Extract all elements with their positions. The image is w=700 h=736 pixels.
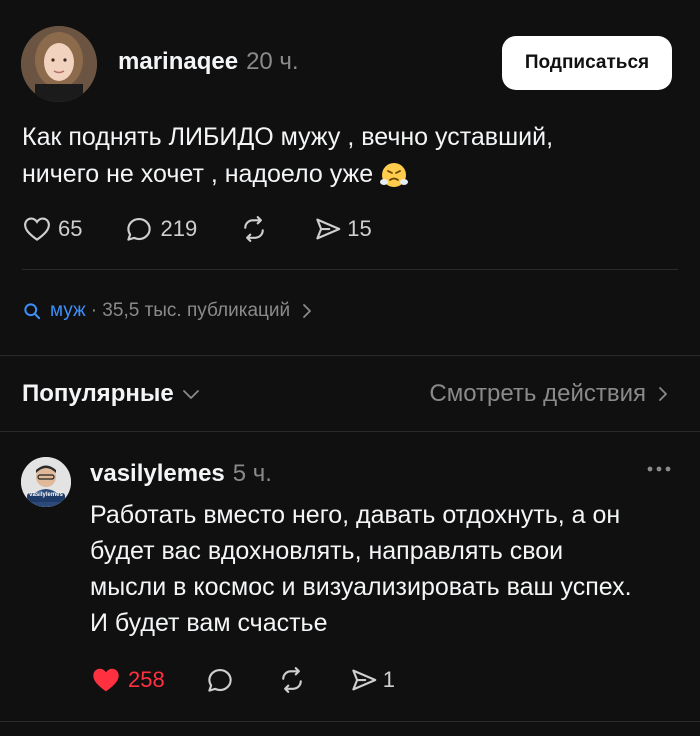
chevron-right-icon <box>303 304 312 318</box>
repost-icon <box>281 667 302 693</box>
comment-like-button[interactable]: 258 <box>90 664 165 696</box>
search-icon <box>24 303 41 320</box>
comment-time: 5 ч. <box>232 460 272 487</box>
post-actions: 65 219 15 <box>22 211 372 247</box>
comment-count: 219 <box>160 216 198 241</box>
share-button[interactable]: 15 <box>313 214 372 244</box>
section-divider <box>0 431 700 432</box>
post-text: Как поднять ЛИБИДО мужу , вечно уставший… <box>22 119 662 199</box>
repost-icon <box>244 216 265 242</box>
view-actions-link[interactable]: Смотреть действия <box>429 380 670 408</box>
heart-filled-icon <box>93 668 119 692</box>
comment-like-count: 258 <box>128 667 165 692</box>
sort-label[interactable]: Популярные <box>22 380 174 408</box>
topic-row[interactable]: муж · 35,5 тыс. публикаций <box>22 300 314 322</box>
like-button[interactable]: 65 <box>22 214 82 244</box>
author-avatar[interactable] <box>21 26 97 102</box>
chevron-down-icon <box>182 390 199 399</box>
comment-text-line: будет вас вдохновлять, направлять свои <box>90 537 564 565</box>
section-divider <box>0 355 700 356</box>
avatar-caption: vasilylemes <box>29 492 63 498</box>
commenter-avatar[interactable] <box>21 457 71 507</box>
heart-icon <box>24 217 50 241</box>
view-actions-label[interactable]: Смотреть действия <box>429 380 646 408</box>
divider <box>22 269 678 270</box>
post-text-line: ничего не хочет , надоело уже <box>22 160 374 188</box>
more-options-button[interactable] <box>645 462 675 476</box>
comment-bubble-icon <box>208 668 232 692</box>
post-text-line: Как поднять ЛИБИДО мужу , вечно уставший… <box>22 123 554 151</box>
comment-actions: 258 1 <box>90 662 395 698</box>
commenter-username[interactable]: vasilylemes 5 ч. <box>90 460 272 488</box>
like-count: 65 <box>58 216 83 241</box>
repost-button[interactable] <box>239 214 269 244</box>
send-icon <box>352 669 377 691</box>
commenter-name-text[interactable]: vasilylemes <box>90 460 225 487</box>
section-divider <box>0 721 700 722</box>
comment-bubble-icon <box>127 217 152 241</box>
author-name-text[interactable]: marinaqee <box>118 48 238 75</box>
sort-dropdown[interactable]: Популярные <box>22 380 200 408</box>
send-icon <box>316 218 341 240</box>
steam-face-emoji-icon <box>380 160 409 199</box>
post-time: 20 ч. <box>246 48 299 75</box>
comment-share-count: 1 <box>382 667 395 692</box>
topic-stats: · 35,5 тыс. публикаций <box>90 300 291 321</box>
comment-share-button[interactable]: 1 <box>349 665 395 695</box>
topic-name[interactable]: муж <box>50 300 86 322</box>
comment-button[interactable]: 219 <box>124 214 197 244</box>
comment-text-line: Работать вместо него, давать отдохнуть, … <box>90 501 621 529</box>
comment-text-line: мысли в космос и визуализировать ваш усп… <box>90 573 632 601</box>
share-count: 15 <box>347 216 372 241</box>
comment-text: Работать вместо него, давать отдохнуть, … <box>90 497 680 641</box>
comment-reply-button[interactable] <box>205 665 235 695</box>
follow-button[interactable]: Подписаться <box>502 36 672 90</box>
comment-text-line: И будет вам счастье <box>90 609 328 637</box>
more-dots-icon <box>647 466 671 472</box>
chevron-right-icon <box>659 387 667 401</box>
author-username[interactable]: marinaqee 20 ч. <box>118 48 299 76</box>
comment-repost-button[interactable] <box>277 665 307 695</box>
